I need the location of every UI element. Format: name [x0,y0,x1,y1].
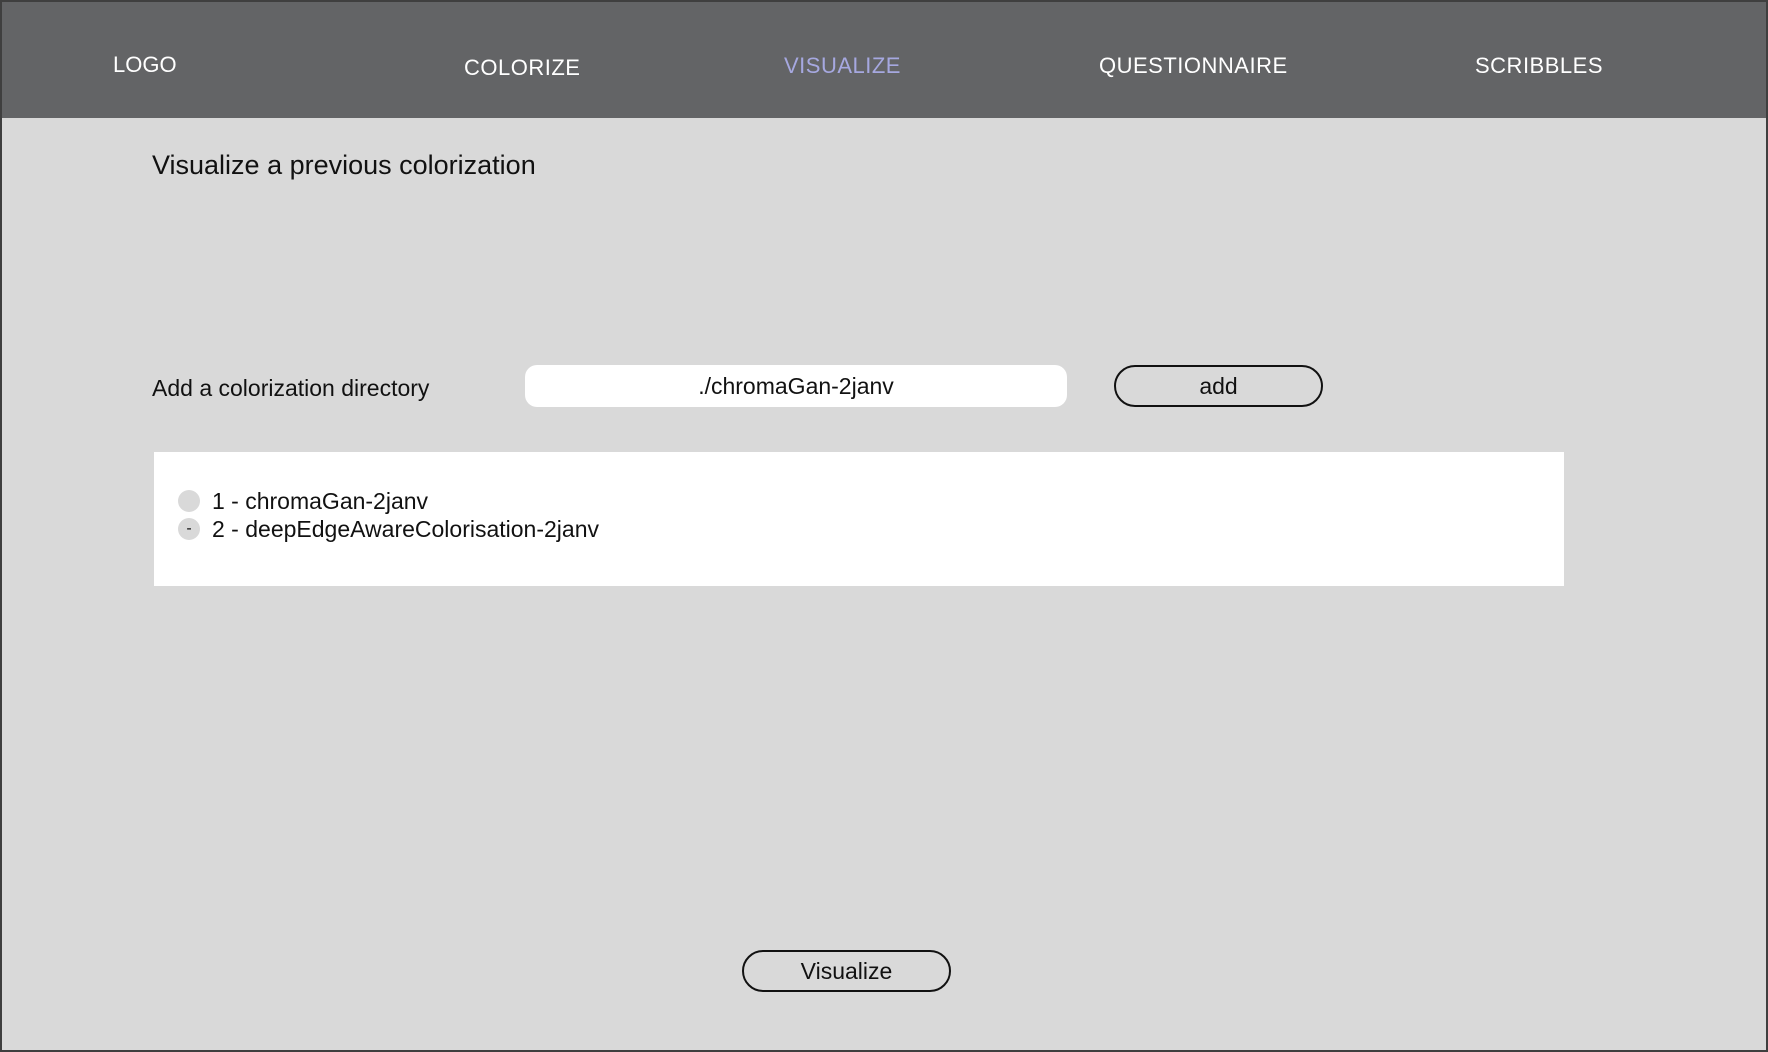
top-navbar: LOGO COLORIZE VISUALIZE QUESTIONNAIRE SC… [2,2,1766,118]
nav-item-label: SCRIBBLES [1475,53,1603,78]
nav-item-questionnaire[interactable]: QUESTIONNAIRE [1099,8,1288,124]
directory-label: Add a colorization directory [152,375,430,401]
list-item-label: 1 - chromaGan-2janv [212,487,429,514]
nav-item-scribbles[interactable]: SCRIBBLES [1475,8,1603,124]
nav-item-label: COLORIZE [464,55,581,80]
nav-item-visualize[interactable]: VISUALIZE [784,8,901,124]
directory-input[interactable] [525,365,1067,407]
nav-item-colorize[interactable]: COLORIZE [464,10,580,126]
visualize-button[interactable]: Visualize [742,950,951,992]
radio-button[interactable]: - [178,518,200,540]
app-frame: LOGO COLORIZE VISUALIZE QUESTIONNAIRE SC… [0,0,1768,1052]
add-button[interactable]: add [1114,365,1323,407]
radio-button[interactable] [178,490,200,512]
list-item[interactable]: 1 - chromaGan-2janv [178,488,428,514]
nav-item-label: VISUALIZE [784,53,901,78]
page-title: Visualize a previous colorization [152,150,536,180]
colorization-list: 1 - chromaGan-2janv - 2 - deepEdgeAwareC… [154,452,1564,586]
list-item-label: 2 - deepEdgeAwareColorisation-2janv [212,515,599,542]
nav-item-label: QUESTIONNAIRE [1099,53,1288,78]
list-item[interactable]: - 2 - deepEdgeAwareColorisation-2janv [178,516,599,542]
logo: LOGO [113,52,177,77]
